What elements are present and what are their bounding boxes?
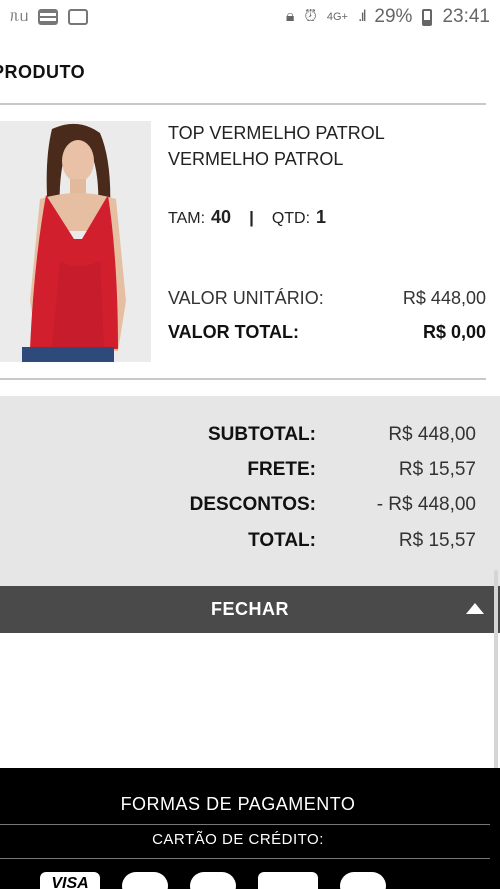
signal-icon: .ıl — [357, 8, 367, 25]
unit-price-label: VALOR UNITÁRIO: — [168, 288, 324, 308]
clock: 23:41 — [442, 6, 490, 27]
status-bar: ᥰᥙ 🔒︎ ⏰︎ 4G+ .ıl 29% 23:41 — [0, 0, 500, 34]
footer-divider-2 — [0, 858, 490, 859]
collapse-arrow-icon[interactable] — [466, 603, 484, 614]
battery-icon — [422, 8, 433, 26]
lock-icon: 🔒︎ — [285, 8, 295, 25]
notification-app-icon: ᥰᥙ — [10, 8, 29, 25]
close-button[interactable]: FECHAR — [0, 586, 500, 633]
shipping-label: FRETE: — [247, 459, 316, 480]
app-notification-icon — [68, 9, 89, 25]
credit-card-title: CARTÃO DE CRÉDITO: — [152, 831, 324, 848]
qty-label: QTD: — [271, 210, 311, 227]
mastercard-logo-icon — [190, 872, 236, 889]
amex-logo-icon — [258, 872, 318, 889]
size-value: 40 — [211, 207, 232, 227]
divider-bottom — [0, 378, 486, 380]
footer: FORMAS DE PAGAMENTO CARTÃO DE CRÉDITO: V… — [0, 768, 500, 889]
item-total-value: R$ 0,00 — [422, 322, 486, 342]
total-row: TOTAL: R$ 15,57 — [0, 530, 476, 552]
qty-value: 1 — [316, 207, 327, 227]
unit-price-row: VALOR UNITÁRIO: R$ 448,00 — [168, 288, 486, 309]
size-qty-row: TAM: 40 | QTD: 1 — [168, 207, 326, 228]
card-logos: VISA — [40, 872, 480, 889]
discount-label: DESCONTOS: — [189, 494, 316, 515]
alarm-icon: ⏰︎ — [304, 8, 317, 25]
network-type: 4G+ — [326, 10, 348, 23]
product-image — [0, 121, 151, 362]
shipping-value: R$ 15,57 — [398, 459, 476, 480]
subtotal-label: SUBTOTAL: — [207, 424, 316, 445]
shipping-row: FRETE: R$ 15,57 — [0, 459, 476, 481]
discount-row: DESCONTOS: - R$ 448,00 — [0, 494, 476, 516]
section-title-text: PRODUTO — [0, 62, 86, 82]
product-photo — [0, 121, 151, 362]
calendar-icon — [38, 9, 59, 25]
size-label: TAM: — [168, 210, 206, 227]
subtotal-row: SUBTOTAL: R$ 448,00 — [0, 424, 476, 446]
total-label: TOTAL: — [248, 530, 316, 551]
product-name: TOP VERMELHO PATROL VERMELHO PATROL — [168, 123, 385, 169]
order-summary: SUBTOTAL: R$ 448,00 FRETE: R$ 15,57 DESC… — [0, 396, 500, 586]
item-total-row: VALOR TOTAL: R$ 0,00 — [168, 322, 486, 343]
status-left: ᥰᥙ — [10, 8, 89, 25]
section-title: PRODUTO — [0, 62, 93, 83]
scrollbar[interactable] — [494, 570, 498, 770]
status-right: 🔒︎ ⏰︎ 4G+ .ıl 29% 23:41 — [286, 6, 490, 28]
footer-divider-1 — [0, 824, 490, 825]
item-total-label: VALOR TOTAL: — [168, 322, 299, 342]
unit-price-value: R$ 448,00 — [402, 288, 486, 308]
subtotal-value: R$ 448,00 — [388, 424, 476, 445]
total-value: R$ 15,57 — [398, 530, 476, 551]
visa-logo-icon: VISA — [40, 872, 100, 889]
diners-logo-icon — [122, 872, 168, 889]
discount-value: - R$ 448,00 — [376, 494, 476, 515]
close-button-label: FECHAR — [211, 599, 289, 619]
battery-percent: 29% — [374, 6, 413, 27]
payment-methods-title: FORMAS DE PAGAMENTO — [120, 794, 356, 814]
divider-top — [0, 103, 486, 105]
elo-logo-icon — [340, 872, 386, 889]
size-qty-separator: | — [249, 208, 254, 227]
